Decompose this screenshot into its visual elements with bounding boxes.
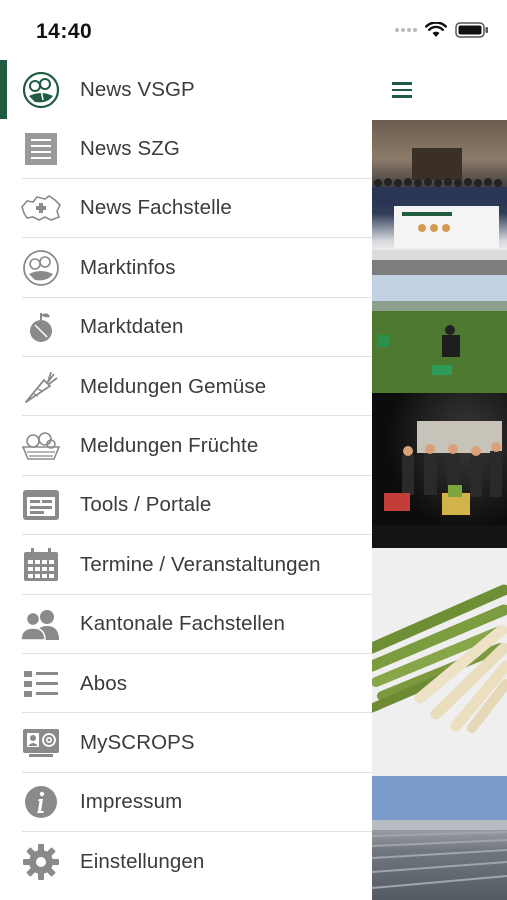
menu-item-meldungen-gemuese[interactable]: Meldungen Gemüse — [0, 357, 372, 417]
vsgp-logo-icon — [19, 68, 63, 112]
vegetables-icon — [19, 246, 63, 290]
menu-item-label: News SZG — [80, 137, 180, 161]
news-photo-group — [372, 120, 507, 275]
swiss-map-icon — [19, 186, 63, 230]
menu-item-label: Abos — [80, 671, 128, 695]
menu-item-label: Meldungen Gemüse — [80, 374, 267, 398]
menu-item-impressum[interactable]: Impressum — [0, 773, 372, 833]
menu-item-label: Termine / Veranstaltungen — [80, 552, 321, 576]
menu-item-label: Marktinfos — [80, 255, 176, 279]
news-photo-fields-covered — [372, 776, 507, 900]
menu-item-tools-portale[interactable]: Tools / Portale — [0, 476, 372, 536]
menu-item-label: Impressum — [80, 790, 183, 814]
wifi-icon — [425, 22, 447, 38]
list-icon — [19, 662, 63, 706]
hamburger-menu-icon[interactable] — [388, 78, 416, 102]
menu-item-meldungen-fruechte[interactable]: Meldungen Früchte — [0, 416, 372, 476]
menu-item-label: Tools / Portale — [80, 493, 212, 517]
menu-item-label: News Fachstelle — [80, 196, 232, 220]
battery-icon — [455, 22, 489, 38]
szg-logo-icon — [19, 127, 63, 171]
gear-icon — [19, 840, 63, 884]
fruit-basket-icon — [19, 424, 63, 468]
info-icon — [19, 780, 63, 824]
status-icons — [395, 22, 489, 38]
tools-window-icon — [19, 483, 63, 527]
menu-item-label: News VSGP — [80, 77, 195, 101]
menu-item-news-vsgp[interactable]: News VSGP — [0, 60, 372, 119]
news-photo-field — [372, 275, 507, 393]
menu-item-news-fachstelle[interactable]: News Fachstelle — [0, 179, 372, 239]
menu-item-label: Kantonale Fachstellen — [80, 612, 285, 636]
active-indicator — [0, 60, 7, 119]
menu-item-myscrops[interactable]: MySCROPS — [0, 713, 372, 773]
cellular-signal-icon — [395, 28, 417, 32]
menu-item-kantonale-fachstellen[interactable]: Kantonale Fachstellen — [0, 595, 372, 654]
menu-item-label: Einstellungen — [80, 849, 205, 873]
menu-item-label: Marktdaten — [80, 315, 184, 339]
menu-item-label: Meldungen Früchte — [80, 434, 259, 458]
navigation-drawer: News VSGP News SZG News Fachstelle Markt… — [0, 60, 372, 900]
contact-card-icon — [19, 721, 63, 765]
people-icon — [19, 602, 63, 646]
news-photo-stage — [372, 393, 507, 548]
menu-item-news-szg[interactable]: News SZG — [0, 119, 372, 179]
menu-item-marktdaten[interactable]: Marktdaten — [0, 298, 372, 357]
menu-item-termine-veranstaltungen[interactable]: Termine / Veranstaltungen — [0, 535, 372, 595]
menu-item-label: MySCROPS — [80, 730, 195, 754]
menu-item-marktinfos[interactable]: Marktinfos — [0, 238, 372, 298]
menu-item-abos[interactable]: Abos — [0, 654, 372, 714]
menu-item-einstellungen[interactable]: Einstellungen — [0, 832, 372, 891]
status-time: 14:40 — [36, 20, 93, 43]
news-photo-strip — [372, 120, 507, 900]
news-photo-asparagus — [372, 548, 507, 776]
status-bar: 14:40 — [0, 0, 507, 60]
calendar-icon — [19, 543, 63, 587]
fruit-icon — [19, 305, 63, 349]
carrot-icon — [19, 365, 63, 409]
